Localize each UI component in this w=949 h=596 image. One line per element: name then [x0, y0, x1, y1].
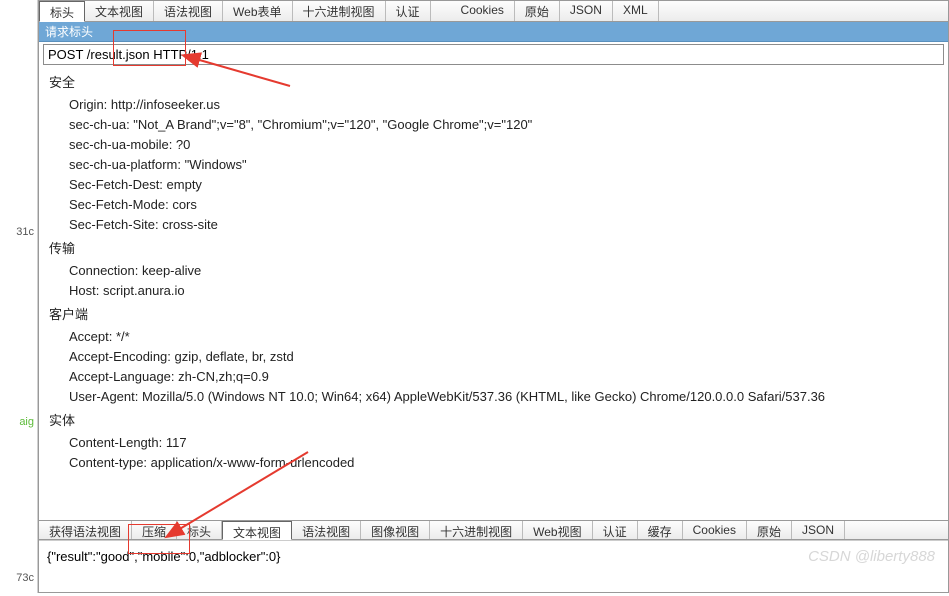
header-row: Sec-Fetch-Mode: cors	[69, 195, 940, 215]
tab-语法视图[interactable]: 语法视图	[154, 1, 223, 21]
section-heading: 传输	[49, 239, 940, 259]
request-headers-content: 安全Origin: http://infoseeker.ussec-ch-ua:…	[39, 67, 948, 520]
tab-Web视图[interactable]: Web视图	[523, 521, 592, 539]
response-tabs: 获得语法视图压缩标头文本视图语法视图图像视图十六进制视图Web视图认证缓存Coo…	[39, 520, 948, 540]
response-body-text: {"result":"good","mobile":0,"adblocker":…	[47, 549, 281, 564]
header-row: Connection: keep-alive	[69, 261, 940, 281]
request-header-bar: 请求标头	[39, 22, 948, 42]
tab-缓存[interactable]: 缓存	[638, 521, 683, 539]
tab-压缩[interactable]: 压缩	[132, 521, 177, 539]
section-heading: 实体	[49, 411, 940, 431]
tab-标头[interactable]: 标头	[39, 1, 85, 22]
tab-Web表单[interactable]: Web表单	[223, 1, 292, 21]
section-heading: 安全	[49, 73, 940, 93]
tab-Cookies[interactable]: Cookies	[451, 1, 515, 21]
tab-XML[interactable]: XML	[613, 1, 659, 21]
tab-Cookies[interactable]: Cookies	[683, 521, 747, 539]
header-row: sec-ch-ua-platform: "Windows"	[69, 155, 940, 175]
tab-语法视图[interactable]: 语法视图	[292, 521, 361, 539]
tab-文本视图[interactable]: 文本视图	[222, 521, 292, 540]
request-line: POST /result.json HTTP/1.1	[43, 44, 944, 65]
header-row: sec-ch-ua: "Not_A Brand";v="8", "Chromiu…	[69, 115, 940, 135]
request-tabs: 标头文本视图语法视图Web表单十六进制视图认证 Cookies原始JSONXML	[39, 1, 948, 22]
tab-文本视图[interactable]: 文本视图	[85, 1, 154, 21]
header-row: Accept-Encoding: gzip, deflate, br, zstd	[69, 347, 940, 367]
header-row: Content-Length: 117	[69, 433, 940, 453]
tab-JSON[interactable]: JSON	[792, 521, 845, 539]
section-heading: 客户端	[49, 305, 940, 325]
header-row: Host: script.anura.io	[69, 281, 940, 301]
header-row: Origin: http://infoseeker.us	[69, 95, 940, 115]
tab-获得语法视图[interactable]: 获得语法视图	[39, 521, 132, 539]
header-row: Sec-Fetch-Site: cross-site	[69, 215, 940, 235]
tab-原始[interactable]: 原始	[515, 1, 560, 21]
header-row: User-Agent: Mozilla/5.0 (Windows NT 10.0…	[69, 387, 940, 407]
gutter-label: aig	[19, 416, 34, 428]
response-body: {"result":"good","mobile":0,"adblocker":…	[39, 540, 948, 596]
tab-认证[interactable]: 认证	[386, 1, 431, 21]
header-row: Content-type: application/x-www-form-url…	[69, 453, 940, 473]
left-gutter: 31c aig 73c	[0, 0, 38, 593]
tab-图像视图[interactable]: 图像视图	[361, 521, 430, 539]
gutter-label: 73c	[16, 572, 34, 584]
header-row: Accept: */*	[69, 327, 940, 347]
tab-十六进制视图[interactable]: 十六进制视图	[293, 1, 386, 21]
tab-标头[interactable]: 标头	[177, 521, 222, 539]
header-row: Accept-Language: zh-CN,zh;q=0.9	[69, 367, 940, 387]
tab-原始[interactable]: 原始	[747, 521, 792, 539]
main-panel: 标头文本视图语法视图Web表单十六进制视图认证Cookies原始JSONXML …	[38, 0, 949, 593]
gutter-label: 31c	[16, 226, 34, 238]
tab-十六进制视图[interactable]: 十六进制视图	[430, 521, 523, 539]
header-row: Sec-Fetch-Dest: empty	[69, 175, 940, 195]
tab-认证[interactable]: 认证	[593, 521, 638, 539]
tab-JSON[interactable]: JSON	[560, 1, 613, 21]
header-row: sec-ch-ua-mobile: ?0	[69, 135, 940, 155]
